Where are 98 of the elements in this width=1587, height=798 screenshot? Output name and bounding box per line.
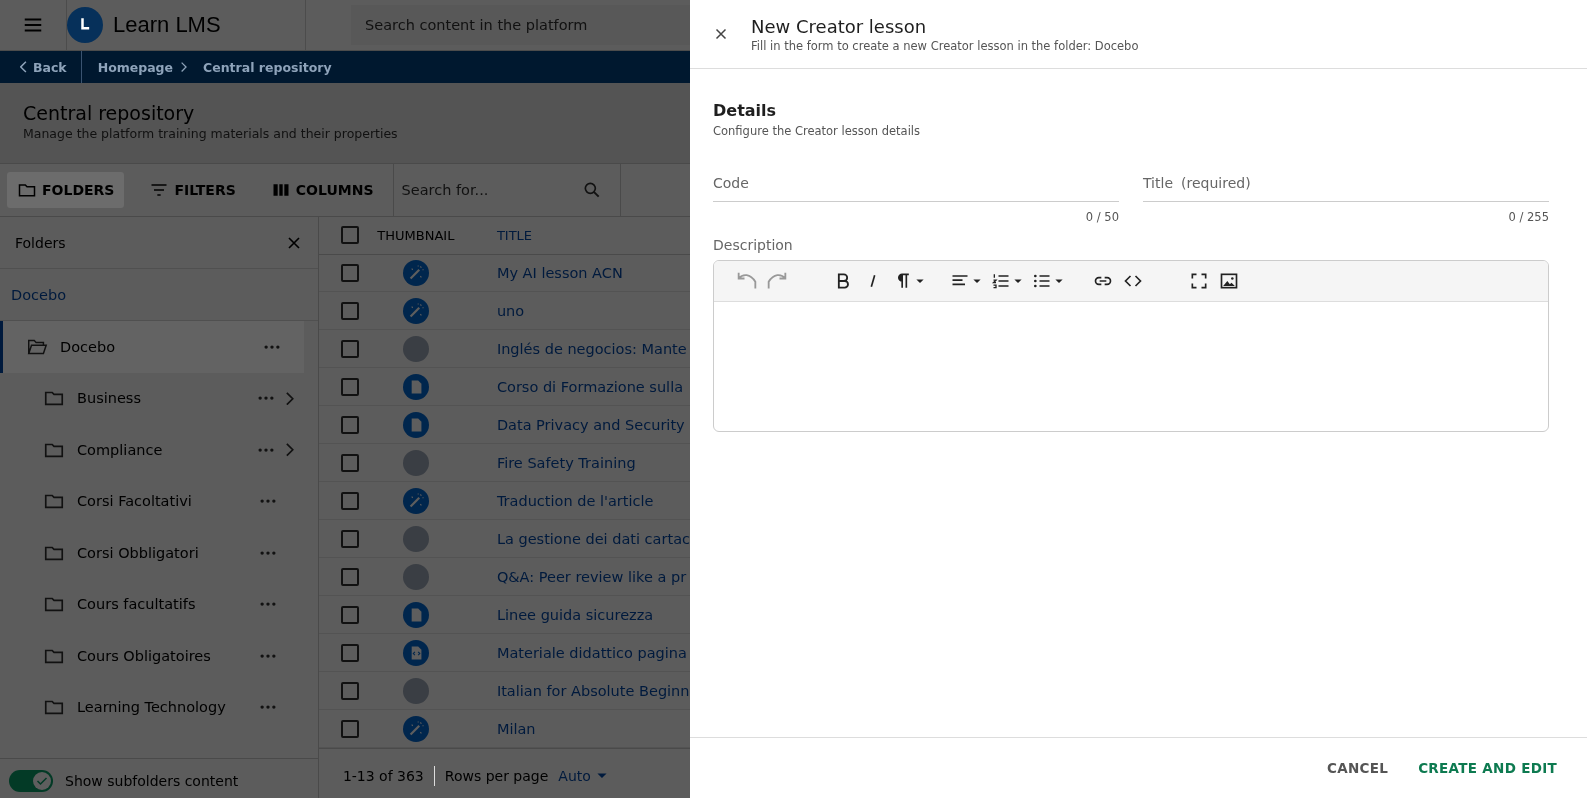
folder-name[interactable]: Business <box>77 390 246 407</box>
section-subtitle: Configure the Creator lesson details <box>713 124 922 138</box>
photo-placeholder <box>402 449 429 476</box>
pagination-range: 1-13 of 363 <box>342 767 424 784</box>
photo-placeholder <box>402 335 429 362</box>
drawer-title: New Creator lesson <box>751 15 928 37</box>
more-icon <box>259 653 276 658</box>
row-checkbox[interactable] <box>340 301 359 320</box>
row-checkbox[interactable] <box>340 453 359 472</box>
image-icon <box>1219 271 1239 291</box>
folder-name[interactable]: Compliance <box>77 441 246 458</box>
row-checkbox[interactable] <box>340 339 359 358</box>
folder-name[interactable]: Corsi Facoltativi <box>77 493 248 510</box>
folder-name[interactable]: Corsi Obbligatori <box>77 544 248 561</box>
code-document-icon <box>402 639 429 666</box>
document-icon <box>402 601 429 628</box>
page-subtitle: Manage the platform training materials and their properties <box>23 126 399 141</box>
lesson-title-link[interactable]: My AI lesson ACN <box>496 265 623 281</box>
lesson-title-link[interactable]: Milan <box>496 720 536 737</box>
subfolders-toggle[interactable] <box>9 769 53 792</box>
folder-row[interactable]: Docebo <box>0 321 304 373</box>
brand-name: Learn LMS <box>113 12 221 38</box>
row-checkbox[interactable] <box>340 643 359 662</box>
lesson-title-link[interactable]: La gestione dei dati cartac <box>496 530 690 547</box>
folder-name[interactable]: Cours Obligatoires <box>77 647 248 664</box>
row-checkbox[interactable] <box>340 681 359 700</box>
text-field[interactable]: Title (required) <box>1143 175 1549 202</box>
more-icon <box>257 447 274 452</box>
column-header[interactable]: THUMBNAIL <box>360 227 471 243</box>
more-icon <box>263 344 280 349</box>
wand-icon <box>402 715 429 742</box>
more-icon <box>259 705 276 710</box>
folder-name[interactable]: Docebo <box>60 338 252 355</box>
row-checkbox[interactable] <box>340 415 359 434</box>
chevron-right-icon <box>181 61 188 73</box>
photo-placeholder <box>402 677 429 704</box>
photo-placeholder <box>402 525 429 552</box>
undo-icon <box>737 271 757 291</box>
select-all-checkbox[interactable] <box>340 226 359 245</box>
platform-search-field[interactable]: Search content in the platform <box>351 5 690 45</box>
photo-placeholder <box>402 563 429 590</box>
drawer-subtitle: Fill in the form to create a new Creator lesson in the folder: Docebo <box>751 38 1139 53</box>
lesson-title-link[interactable]: Inglés de negocios: Mante <box>496 340 687 357</box>
toolbar-button[interactable]: COLUMNS <box>260 172 384 208</box>
section-title: Details <box>713 101 778 120</box>
repository-search-field[interactable]: Search for... <box>392 164 621 216</box>
caret-icon <box>596 772 607 779</box>
lesson-title-link[interactable]: Traduction de l'article <box>496 492 654 509</box>
more-icon <box>259 602 276 607</box>
rows-per-page-label: Rows per page <box>444 767 549 784</box>
lesson-title-link[interactable]: Data Privacy and Security <box>496 416 685 433</box>
more-icon <box>257 396 274 401</box>
page-title: Central repository <box>23 102 196 124</box>
document-icon <box>402 373 429 400</box>
row-checkbox[interactable] <box>340 567 359 586</box>
column-header[interactable]: TITLE <box>496 227 533 243</box>
row-checkbox[interactable] <box>340 264 359 282</box>
wand-icon <box>402 260 429 286</box>
description-label: Description <box>713 237 794 253</box>
document-icon <box>402 411 429 438</box>
row-checkbox[interactable] <box>340 605 359 624</box>
lesson-title-link[interactable]: uno <box>496 302 525 319</box>
toggle-label: Show subfolders content <box>65 772 239 789</box>
folder-name[interactable]: Cours facultatifs <box>77 596 248 613</box>
row-checkbox[interactable] <box>340 377 359 396</box>
toolbar-button[interactable]: FOLDERS <box>7 172 125 208</box>
lesson-title-link[interactable]: Fire Safety Training <box>496 454 636 471</box>
cancel-button[interactable]: CANCEL <box>1316 752 1399 784</box>
toolbar-button[interactable]: FILTERS <box>139 172 246 208</box>
redo-icon <box>767 271 787 291</box>
more-icon <box>259 550 276 555</box>
text-field[interactable]: Code <box>713 175 1119 202</box>
breadcrumb-link[interactable]: Central repository <box>187 59 340 75</box>
lesson-title-link[interactable]: Corso di Formazione sulla <box>496 378 684 395</box>
wand-icon <box>402 487 429 514</box>
lesson-title-link[interactable]: Q&A: Peer review like a pr <box>496 568 687 585</box>
fullscreen-icon <box>1189 271 1209 291</box>
folder-name[interactable]: Learning Technology <box>77 699 248 716</box>
caret-icon <box>1055 278 1063 284</box>
caret-icon <box>1014 278 1022 284</box>
wand-icon <box>402 297 429 324</box>
chevron-left-icon <box>20 61 27 73</box>
row-checkbox[interactable] <box>340 529 359 548</box>
more-icon <box>259 499 276 504</box>
rows-per-page-dropdown[interactable]: Auto <box>558 767 607 784</box>
caret-icon <box>973 278 981 284</box>
lesson-title-link[interactable]: Materiale didattico pagina <box>496 644 687 661</box>
lesson-title-link[interactable]: Italian for Absolute Beginn <box>496 682 690 699</box>
create-and-edit-button[interactable]: CREATE AND EDIT <box>1408 752 1567 784</box>
character-counter: 0 / 50 <box>1084 210 1119 224</box>
breadcrumb-link[interactable]: Homepage <box>81 59 182 75</box>
lesson-title-link[interactable]: Linee guida sicurezza <box>496 606 654 623</box>
folders-title: Folders <box>15 234 66 251</box>
row-checkbox[interactable] <box>340 491 359 510</box>
character-counter: 0 / 255 <box>1507 210 1549 224</box>
numbered-list-icon <box>991 271 1011 291</box>
row-checkbox[interactable] <box>340 719 359 738</box>
caret-icon <box>916 278 924 284</box>
